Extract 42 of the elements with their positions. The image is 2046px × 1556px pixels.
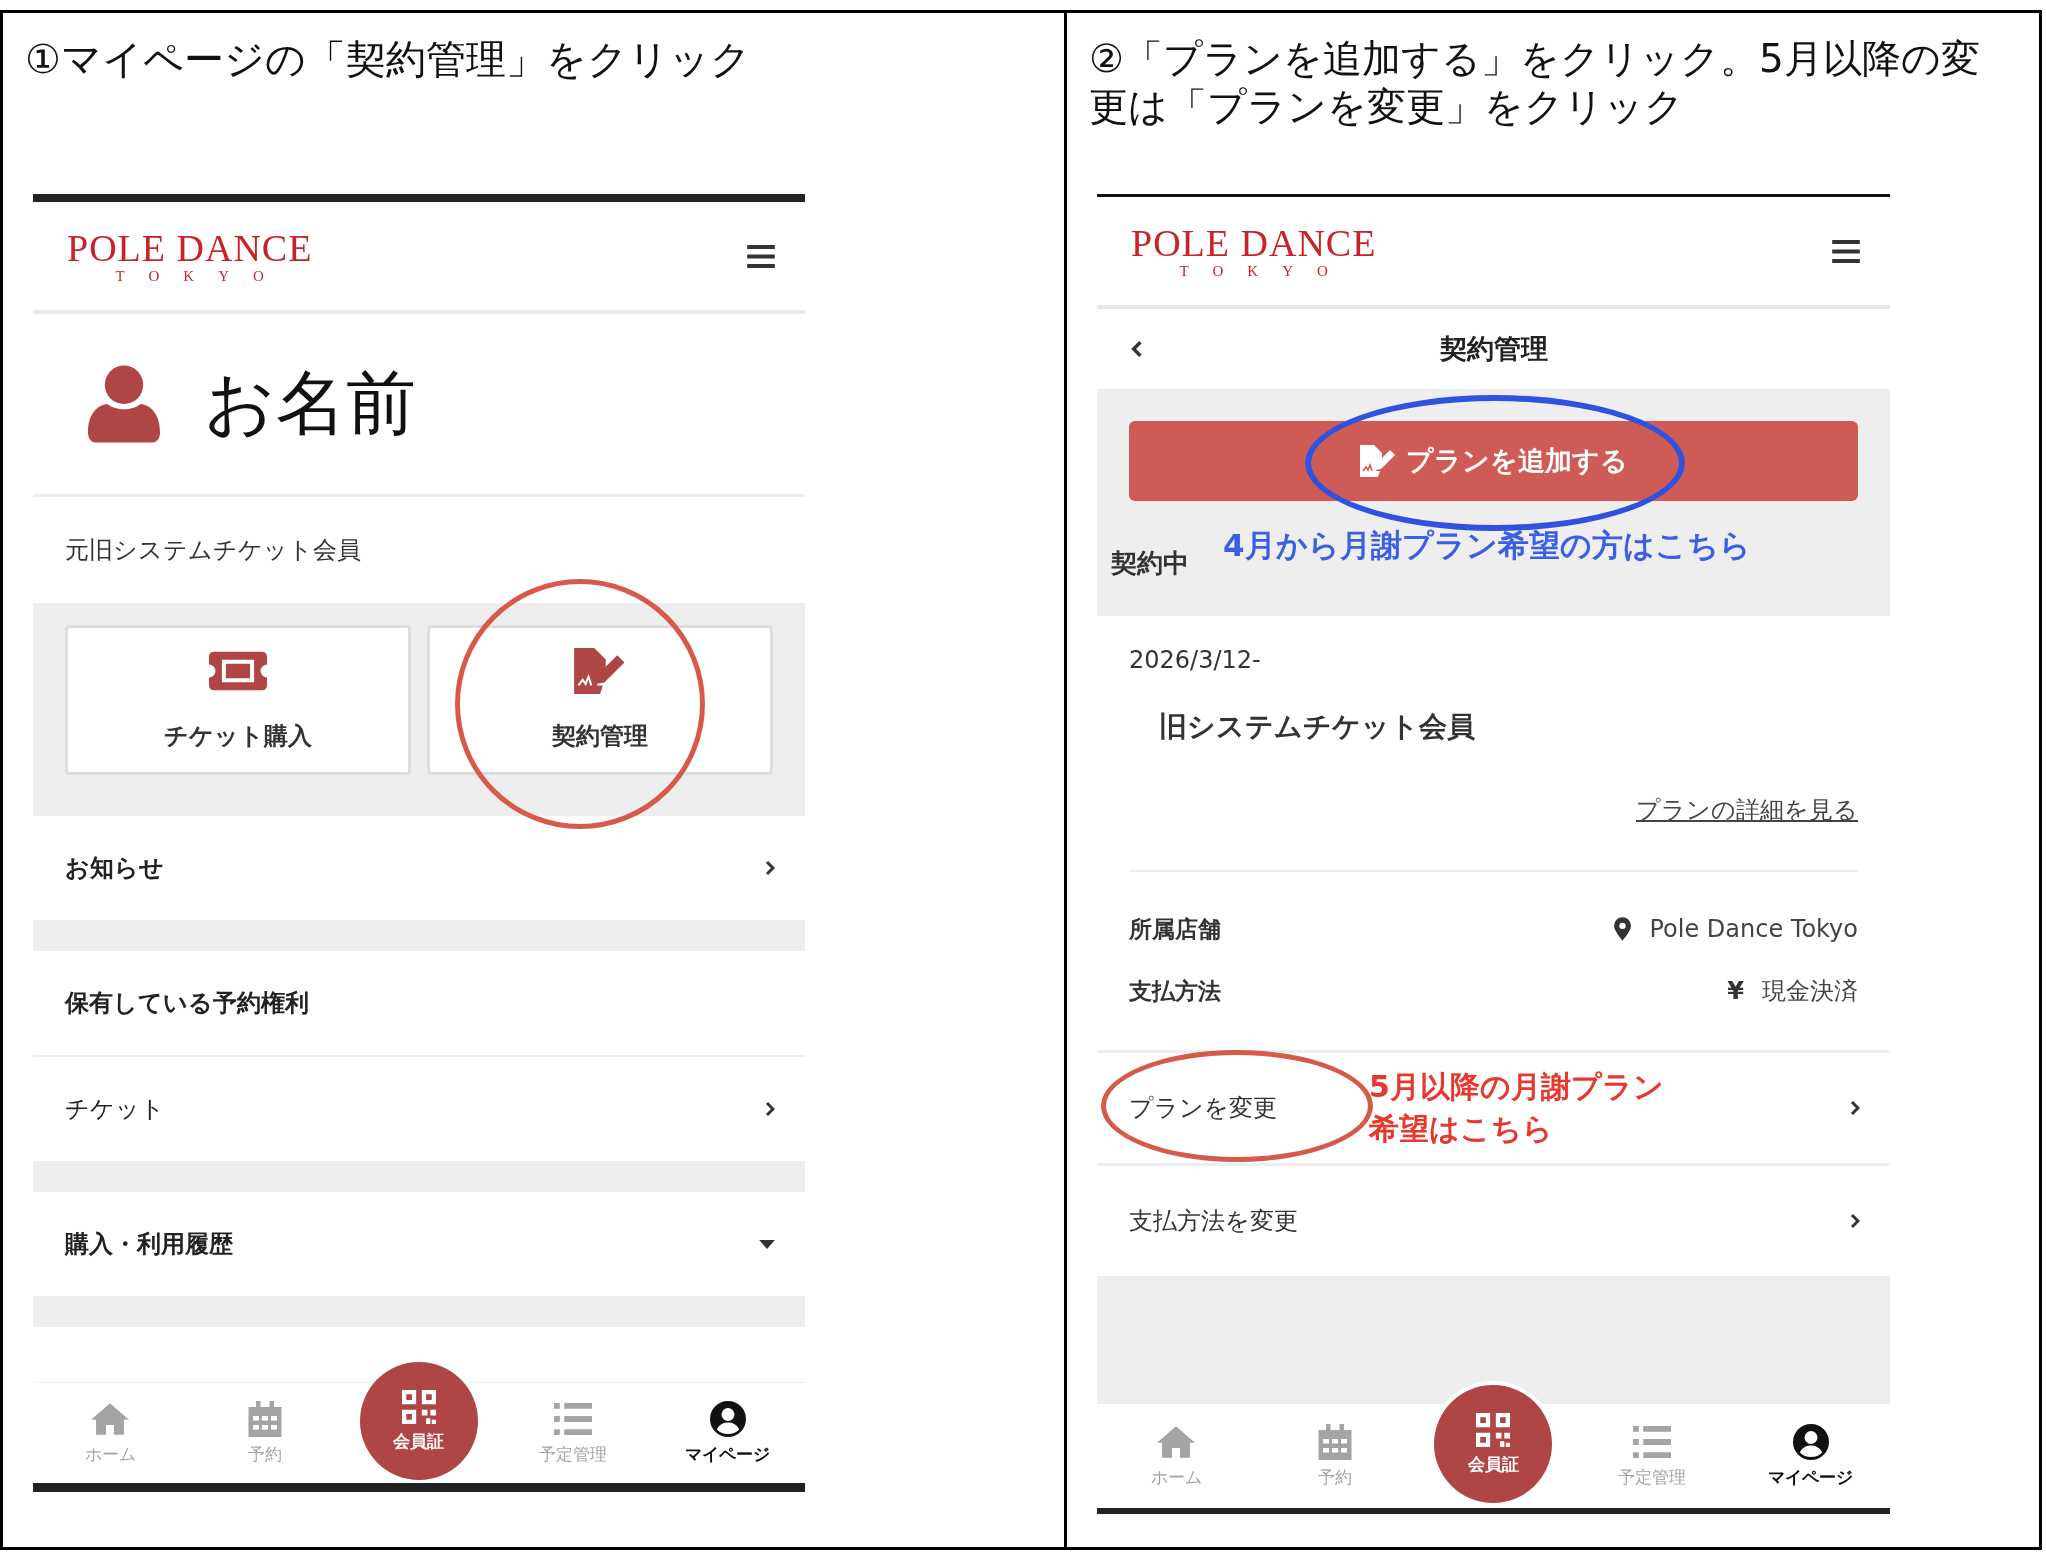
menu-icon[interactable] xyxy=(1832,239,1860,263)
page-title: 契約管理 xyxy=(1438,332,1549,366)
menu-icon[interactable] xyxy=(747,244,775,268)
plan-details-link[interactable]: プランの詳細を見る xyxy=(1636,794,1858,826)
account-icon xyxy=(1791,1423,1830,1460)
member-type: 元旧システムチケット会員 xyxy=(64,535,362,566)
account-icon xyxy=(708,1400,747,1437)
logo: POLE DANCE TOKYO xyxy=(1131,223,1377,279)
logo: POLE DANCE TOKYO xyxy=(67,228,313,284)
step-instruction: ②「プランを追加する」をクリック。5月以降の変更は「プランを変更」をクリック xyxy=(1089,35,1981,131)
shortcut-card[interactable]: チケット購入 xyxy=(65,625,411,775)
chevron-icon xyxy=(1850,1213,1860,1229)
info-label: 支払方法 xyxy=(1129,976,1221,1006)
status-label: 契約中 xyxy=(1111,547,1189,580)
info-label: 所属店舗 xyxy=(1129,914,1221,944)
chevron-icon xyxy=(765,860,775,876)
chevron-icon xyxy=(1850,1100,1860,1116)
annotation-note: 5月以降の月謝プラン 希望はこちら xyxy=(1369,1068,1664,1148)
add-plan-button[interactable]: プランを追加する xyxy=(1129,421,1858,501)
yen-sign: ¥ xyxy=(1727,977,1744,1005)
shortcut-card[interactable]: 契約管理 xyxy=(427,625,773,775)
document-pen-icon xyxy=(1359,445,1396,477)
qr-code-icon xyxy=(1476,1412,1511,1447)
list-icon xyxy=(1633,1423,1672,1460)
user-icon xyxy=(88,365,160,443)
contract-date: 2026/3/12- xyxy=(1129,646,1262,676)
list-icon xyxy=(554,1400,593,1437)
info-value: 現金決済 xyxy=(1762,976,1858,1007)
caret-down-icon xyxy=(759,1239,775,1249)
location-pin-icon xyxy=(1614,917,1632,941)
annotation-note: 4月から月謝プラン希望の方はこちら xyxy=(1223,526,1751,565)
menu-item[interactable]: 支払方法を変更 xyxy=(1129,1207,1298,1235)
info-value: Pole Dance Tokyo xyxy=(1649,915,1858,943)
step-instruction: ①マイページの「契約管理」をクリック xyxy=(25,35,752,84)
qr-code-icon xyxy=(402,1389,436,1424)
tab-bar-item[interactable]: マイページ xyxy=(1768,1423,1854,1489)
chevron-icon xyxy=(765,1101,775,1117)
tab-bar-item[interactable]: マイページ xyxy=(685,1400,771,1466)
menu-item[interactable]: プランを変更 xyxy=(1129,1094,1277,1122)
plan-name: 旧システムチケット会員 xyxy=(1159,709,1476,745)
back-icon[interactable] xyxy=(1131,340,1143,358)
profile-name: お名前 xyxy=(204,361,416,446)
